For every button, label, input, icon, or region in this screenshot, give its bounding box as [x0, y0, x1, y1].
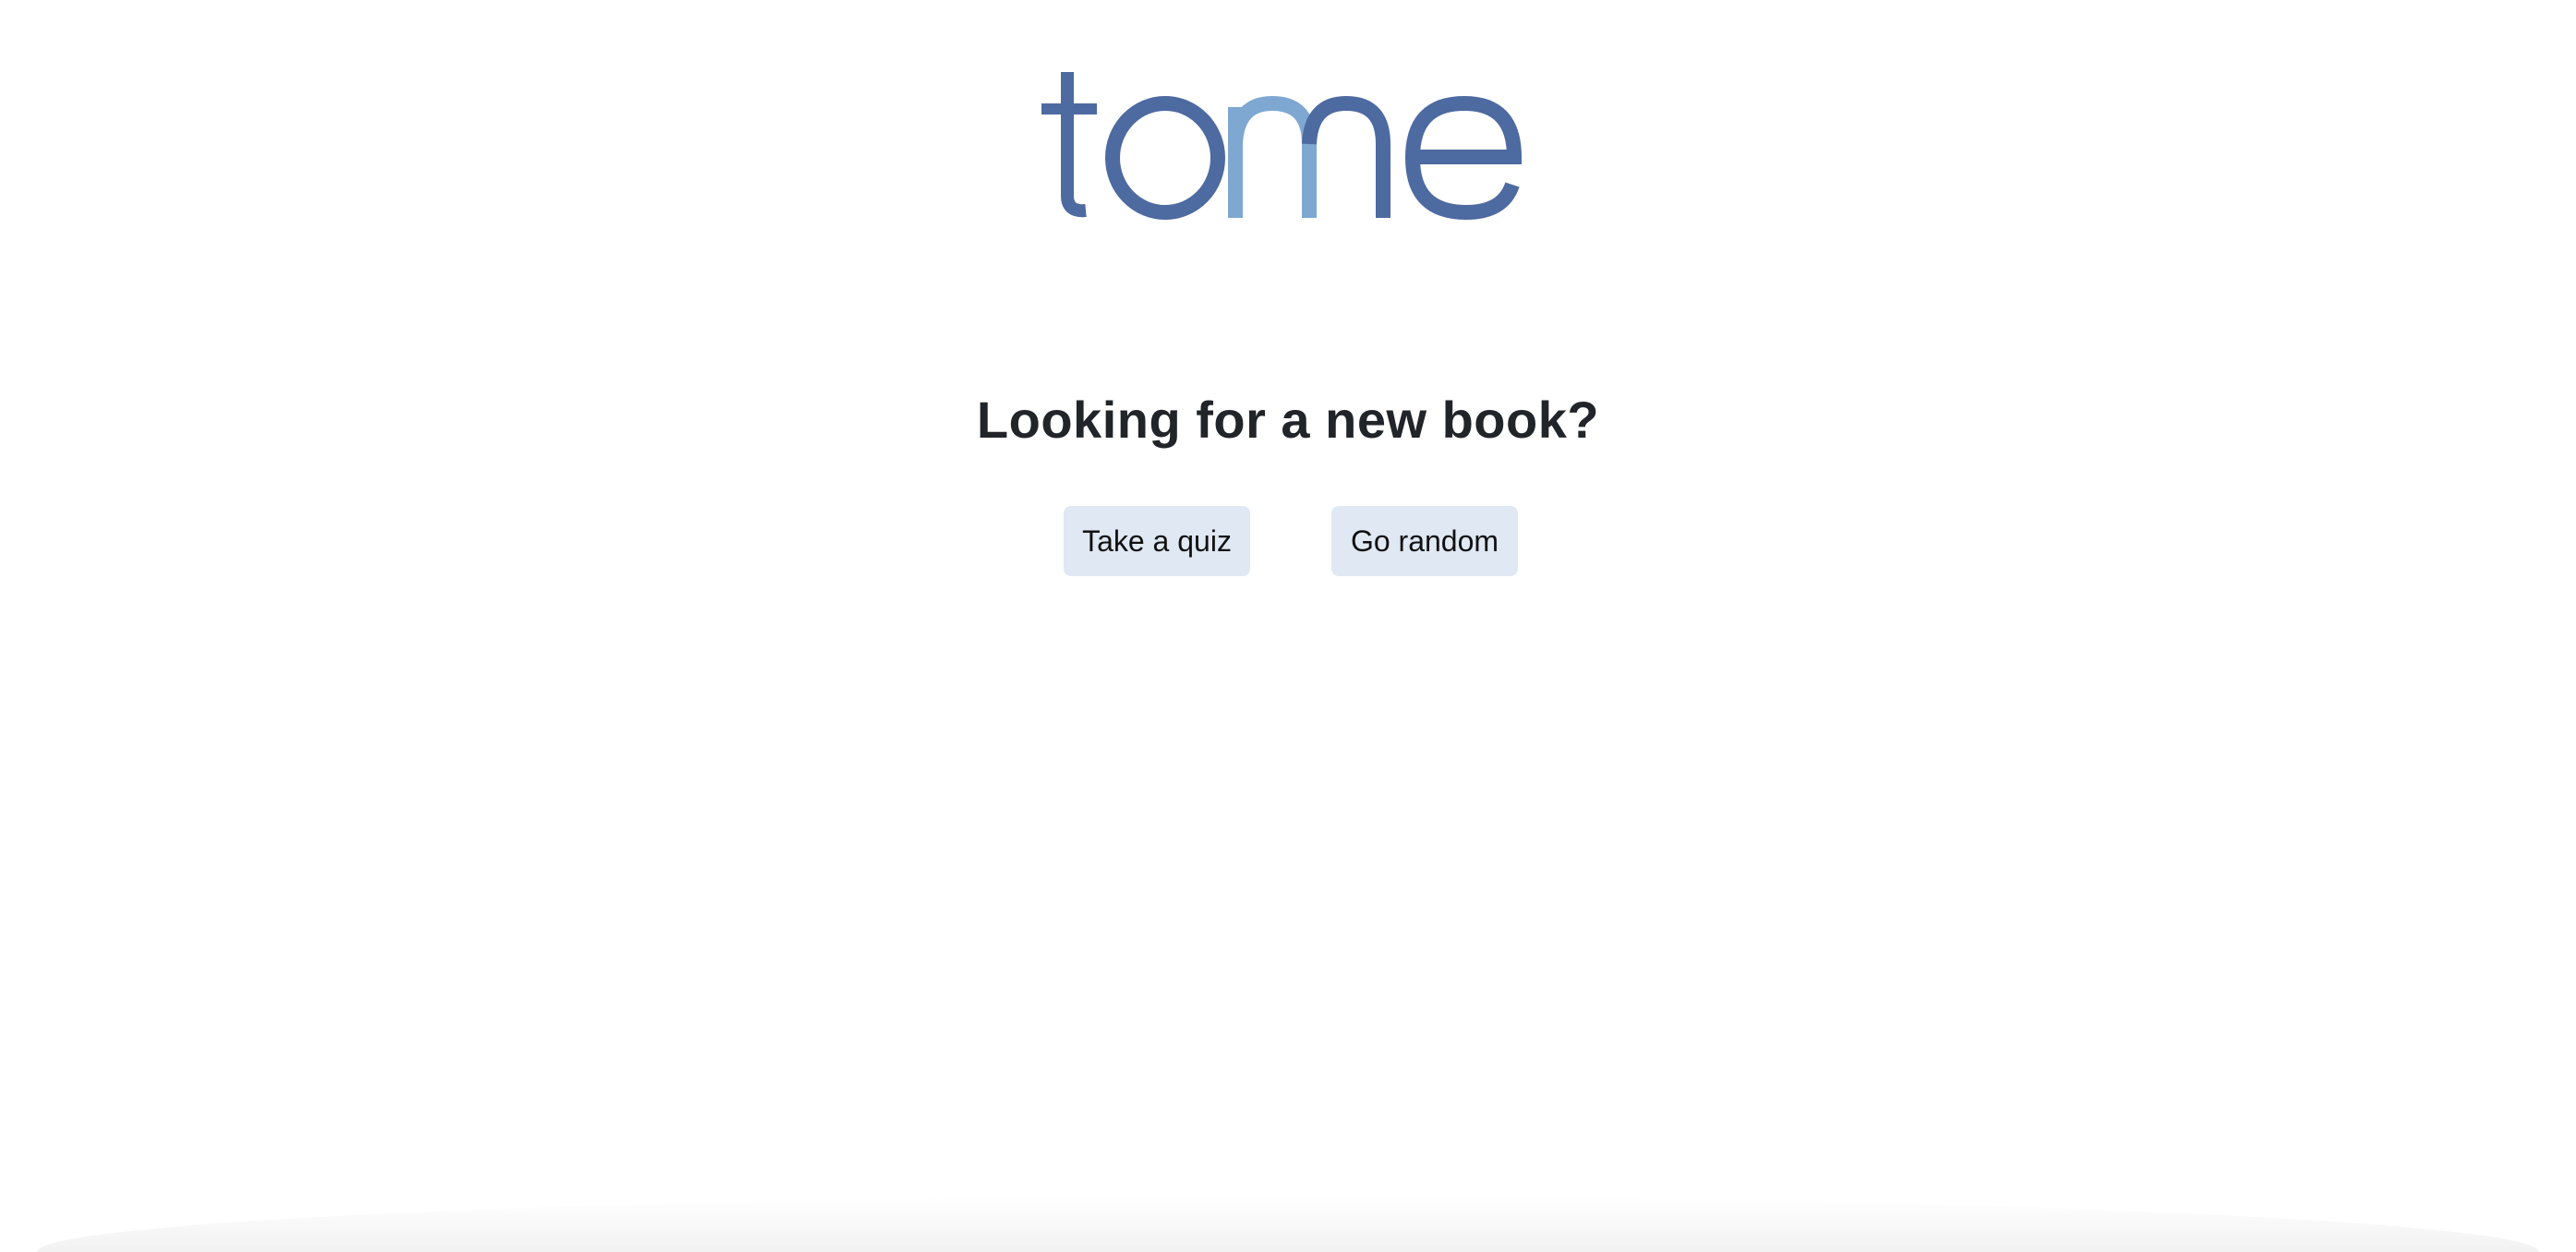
- go-random-button[interactable]: Go random: [1331, 506, 1518, 576]
- tome-logo-graphic: [1041, 72, 1523, 221]
- tome-logo: [1032, 55, 1549, 231]
- take-quiz-button[interactable]: Take a quiz: [1064, 506, 1250, 576]
- hero-headline: Looking for a new book?: [976, 391, 1600, 449]
- landing-page: Looking for a new book? Take a quiz Go r…: [0, 0, 2576, 1252]
- bottom-fade-decoration: [37, 1197, 2539, 1252]
